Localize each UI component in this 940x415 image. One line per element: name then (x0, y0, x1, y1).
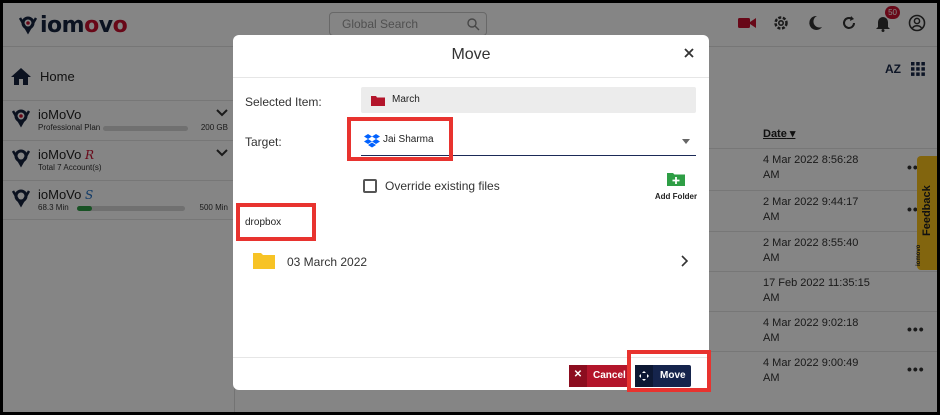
header-divider (233, 77, 709, 78)
highlight-move-button (627, 350, 711, 392)
cancel-button[interactable]: ✕ Cancel (569, 365, 631, 387)
highlight-target (347, 117, 453, 161)
override-label: Override existing files (385, 179, 500, 193)
override-checkbox-row[interactable]: Override existing files (363, 179, 500, 193)
add-folder-button[interactable]: Add Folder (651, 172, 701, 201)
override-checkbox[interactable] (363, 179, 377, 193)
add-folder-icon (667, 173, 685, 186)
highlight-dropbox (236, 203, 316, 241)
add-folder-label: Add Folder (654, 192, 698, 201)
dropdown-caret-icon (682, 139, 690, 144)
target-label: Target: (245, 135, 282, 149)
app-frame: iomovo Global Search 50 Home ioMoVo Prof… (3, 3, 937, 412)
dialog-title: Move (451, 46, 491, 63)
selected-item-field: March (361, 87, 696, 113)
chevron-right-icon[interactable] (681, 255, 689, 267)
selected-item-value: March (392, 94, 420, 105)
folder-icon (253, 253, 275, 269)
cancel-x-icon: ✕ (569, 365, 587, 387)
folder-list-item[interactable]: 03 March 2022 (253, 251, 693, 273)
folder-icon (371, 96, 385, 106)
cancel-label: Cancel (593, 370, 626, 381)
folder-name: 03 March 2022 (287, 255, 368, 269)
selected-item-label: Selected Item: (245, 95, 322, 109)
close-icon[interactable] (683, 47, 695, 59)
